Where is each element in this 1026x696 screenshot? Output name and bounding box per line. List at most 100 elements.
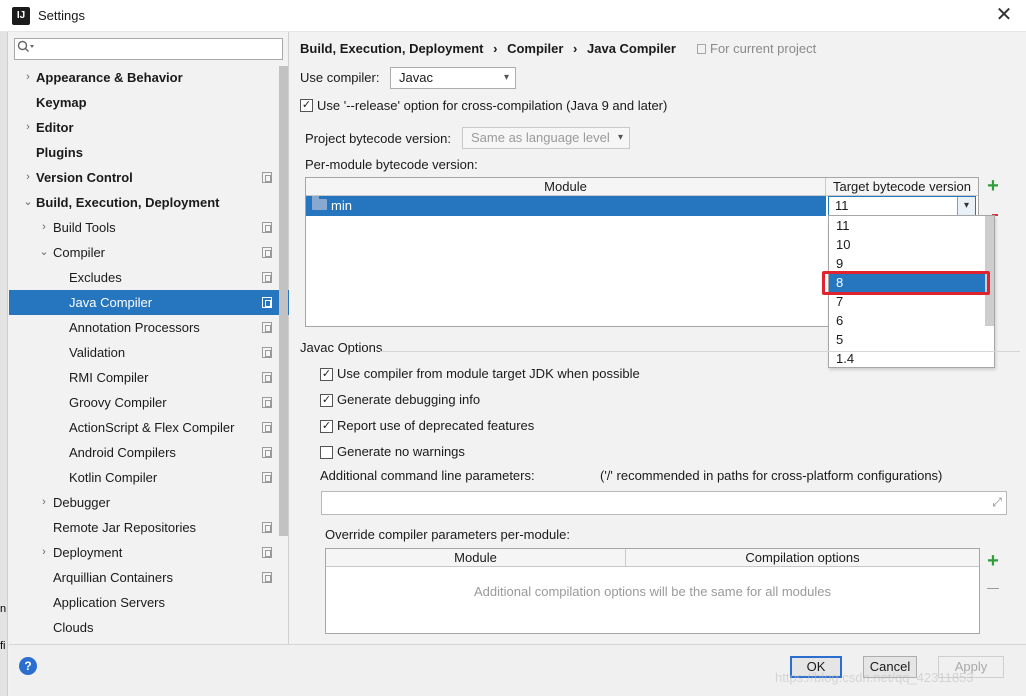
chevron-right-icon[interactable]: ›: [22, 165, 34, 190]
sidebar-item-label: Remote Jar Repositories: [53, 520, 197, 535]
chevron-right-icon[interactable]: ›: [22, 115, 34, 140]
sidebar-item-label: Kotlin Compiler: [69, 470, 158, 485]
expand-icon[interactable]: ⤢: [990, 495, 1004, 509]
module-name: min: [331, 198, 352, 213]
sidebar-item[interactable]: Annotation Processors: [9, 315, 289, 340]
title-bar: [0, 0, 1026, 32]
no-warnings-label: Generate no warnings: [337, 444, 465, 459]
sidebar-item[interactable]: Java Compiler: [9, 290, 289, 315]
sidebar-item[interactable]: ⌄ Compiler: [9, 240, 289, 265]
sidebar-item-label: Groovy Compiler: [69, 395, 167, 410]
chevron-right-icon[interactable]: ›: [38, 490, 50, 515]
sidebar-item[interactable]: Android Compilers: [9, 440, 289, 465]
sidebar-item[interactable]: › Debugger: [9, 490, 289, 515]
compiler-select[interactable]: Javac ▾: [390, 67, 516, 89]
red-highlight-box: [822, 271, 990, 295]
settings-search-input[interactable]: [14, 38, 283, 60]
sidebar-item[interactable]: Arquillian Containers: [9, 565, 289, 590]
target-bytecode-select[interactable]: 11: [828, 196, 976, 216]
sidebar-item[interactable]: Excludes: [9, 265, 289, 290]
sidebar-item-label: Clouds: [53, 620, 94, 635]
javac-options-title: Javac Options: [300, 340, 383, 355]
sidebar-item[interactable]: Plugins: [9, 140, 289, 165]
sidebar-item-label: Editor: [36, 120, 74, 135]
project-scope-icon: [262, 247, 272, 258]
project-scope-icon: [262, 397, 272, 408]
sidebar-item[interactable]: › Appearance & Behavior: [9, 65, 289, 90]
debug-info-checkbox[interactable]: ✓: [320, 394, 333, 407]
dropdown-option[interactable]: 6: [829, 311, 985, 330]
sidebar-item-label: Keymap: [36, 95, 87, 110]
sidebar-item[interactable]: ⌄ Build, Execution, Deployment: [9, 190, 289, 215]
project-bytecode-select[interactable]: Same as language level ▾: [462, 127, 630, 149]
sidebar-item[interactable]: › Editor: [9, 115, 289, 140]
compilation-options-column-header[interactable]: Compilation options: [626, 549, 979, 567]
project-scope-icon: [262, 572, 272, 583]
project-scope-icon: [262, 522, 272, 533]
chevron-down-icon[interactable]: ⌄: [38, 240, 50, 265]
sidebar-item[interactable]: Groovy Compiler: [9, 390, 289, 415]
target-bytecode-column-header[interactable]: Target bytecode version: [826, 178, 978, 196]
sidebar-item[interactable]: Clouds: [9, 615, 289, 640]
project-scope-icon: [262, 372, 272, 383]
chevron-down-icon: ▾: [503, 72, 509, 83]
sidebar-item[interactable]: › Version Control: [9, 165, 289, 190]
sidebar-item-label: Arquillian Containers: [53, 570, 173, 585]
target-bytecode-value: 11: [835, 198, 849, 213]
chevron-down-icon[interactable]: ⌄: [22, 190, 34, 215]
project-scope-icon: [697, 44, 706, 54]
breadcrumb-separator: ›: [493, 41, 498, 56]
breadcrumb-item: Java Compiler: [587, 41, 676, 56]
sidebar-scrollbar[interactable]: [279, 66, 288, 536]
use-module-jdk-checkbox[interactable]: ✓: [320, 368, 333, 381]
sidebar-item-label: Annotation Processors: [69, 320, 200, 335]
dropdown-option[interactable]: 10: [829, 235, 985, 254]
sidebar-item[interactable]: Remote Jar Repositories: [9, 515, 289, 540]
sidebar-item-label: Deployment: [53, 545, 123, 560]
chevron-down-icon[interactable]: ▾: [957, 197, 975, 215]
deprecated-checkbox[interactable]: ✓: [320, 420, 333, 433]
sidebar-item-label: Build Tools: [53, 220, 116, 235]
sidebar-item[interactable]: › Build Tools: [9, 215, 289, 240]
dropdown-option[interactable]: 5: [829, 330, 985, 349]
project-scope-icon: [262, 272, 272, 283]
sidebar-item[interactable]: ActionScript & Flex Compiler: [9, 415, 289, 440]
use-module-jdk-label: Use compiler from module target JDK when…: [337, 366, 640, 381]
release-option-label: Use '--release' option for cross-compila…: [317, 98, 668, 113]
sidebar-item[interactable]: Application Servers: [9, 590, 289, 615]
sidebar-item-label: Compiler: [53, 245, 106, 260]
breadcrumb-item: Build, Execution, Deployment: [300, 41, 484, 56]
project-scope-icon: [262, 322, 272, 333]
table-row[interactable]: [306, 196, 826, 216]
sidebar-item-label: Application Servers: [53, 595, 165, 610]
help-icon[interactable]: ?: [19, 657, 37, 675]
sidebar-item[interactable]: Validation: [9, 340, 289, 365]
sidebar-item-label: Debugger: [53, 495, 111, 510]
scope-label: For current project: [710, 41, 817, 56]
add-module-icon[interactable]: +: [985, 176, 1001, 196]
sidebar-item-label: Android Compilers: [69, 445, 176, 460]
sidebar-item[interactable]: RMI Compiler: [9, 365, 289, 390]
no-warnings-checkbox[interactable]: [320, 446, 333, 459]
remove-override-icon[interactable]: [987, 588, 999, 589]
project-scope-icon: [262, 297, 272, 308]
use-compiler-label: Use compiler:: [300, 70, 380, 85]
close-icon[interactable]: ✕: [992, 4, 1016, 28]
dropdown-option[interactable]: 11: [829, 216, 985, 235]
override-module-column-header[interactable]: Module: [326, 549, 626, 567]
chevron-right-icon[interactable]: ›: [38, 215, 50, 240]
chevron-right-icon[interactable]: ›: [38, 540, 50, 565]
project-scope-icon: [262, 222, 272, 233]
deprecated-label: Report use of deprecated features: [337, 418, 535, 433]
sidebar-item[interactable]: Keymap: [9, 90, 289, 115]
sidebar-item[interactable]: Kotlin Compiler: [9, 465, 289, 490]
additional-params-input[interactable]: [321, 491, 1007, 515]
module-column-header[interactable]: Module: [306, 178, 826, 196]
override-empty-text: Additional compilation options will be t…: [474, 584, 831, 599]
project-scope-icon: [262, 447, 272, 458]
release-option-checkbox[interactable]: ✓: [300, 99, 313, 112]
add-override-icon[interactable]: +: [985, 551, 1001, 571]
chevron-right-icon[interactable]: ›: [22, 65, 34, 90]
sidebar-item-label: Version Control: [36, 170, 133, 185]
sidebar-item[interactable]: › Deployment: [9, 540, 289, 565]
